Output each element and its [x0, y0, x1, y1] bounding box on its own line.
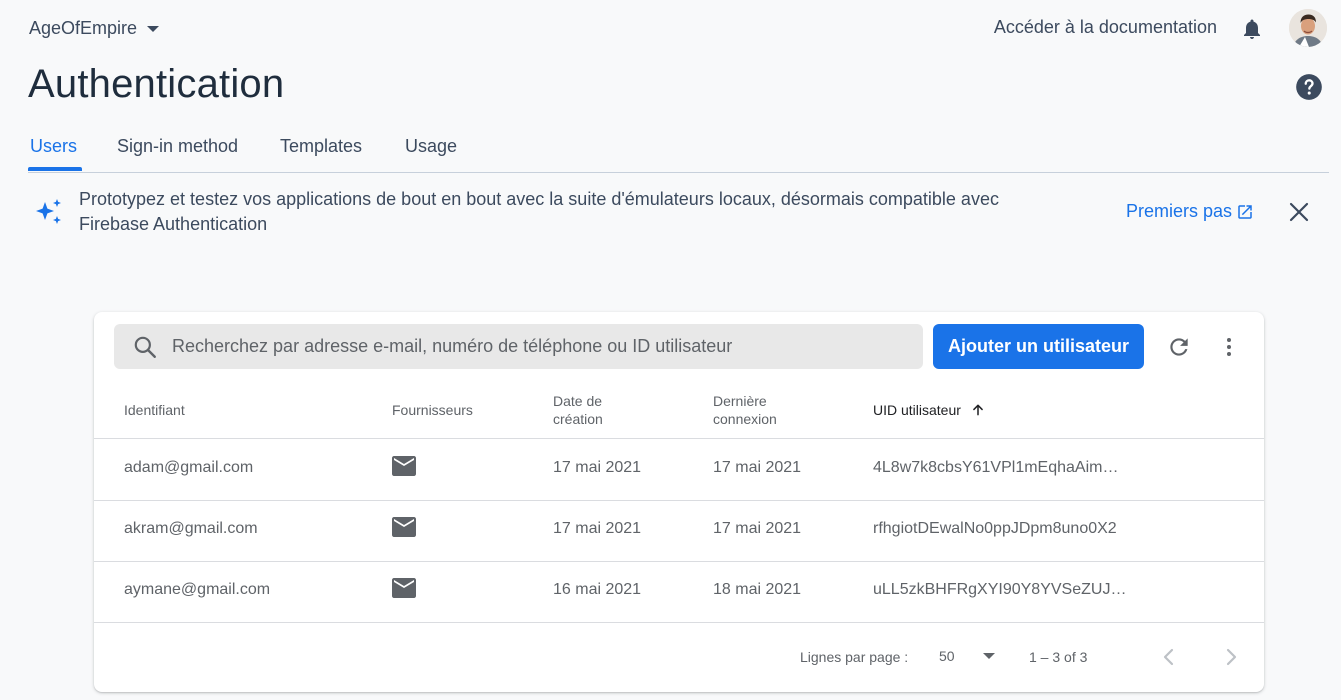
page-title: Authentication: [28, 62, 285, 106]
email-icon: [392, 517, 416, 537]
cell-uid: uLL5zkBHFRgXYI90Y8YVSeZUJhr1: [873, 581, 1133, 598]
cell-identifier: adam@gmail.com: [124, 459, 254, 476]
avatar[interactable]: [1289, 9, 1327, 47]
cell-identifier: akram@gmail.com: [124, 520, 258, 537]
project-selector[interactable]: AgeOfEmpire: [29, 18, 160, 39]
tab-usage[interactable]: Usage: [405, 136, 457, 157]
rows-per-page-select[interactable]: 50: [939, 648, 995, 664]
tab-bar: Users Sign-in method Templates Usage: [28, 128, 1329, 173]
cell-uid: 4L8w7k8cbsY61VPl1mEqhaAimW…: [873, 459, 1133, 476]
rows-per-page-value: 50: [939, 648, 955, 664]
get-started-link[interactable]: Premiers pas: [1126, 201, 1254, 222]
tab-templates[interactable]: Templates: [280, 136, 362, 157]
col-providers: Fournisseurs: [392, 402, 473, 418]
col-last-login: Dernière connexion: [713, 392, 777, 428]
cell-created: 17 mai 2021: [553, 520, 642, 537]
search-bar: [114, 324, 923, 369]
cell-created: 17 mai 2021: [553, 459, 642, 476]
cell-last-login: 17 mai 2021: [713, 520, 802, 537]
col-created-line1: Date de: [553, 393, 603, 409]
sparkle-icon: [36, 199, 61, 224]
add-user-button[interactable]: Ajouter un utilisateur: [933, 324, 1144, 369]
project-name: AgeOfEmpire: [29, 18, 138, 38]
get-started-label: Premiers pas: [1126, 201, 1233, 221]
close-icon[interactable]: [1287, 200, 1311, 224]
refresh-icon[interactable]: [1166, 334, 1192, 360]
search-icon: [134, 336, 156, 358]
bell-icon[interactable]: [1240, 17, 1264, 41]
col-last-login-line2: connexion: [713, 411, 777, 427]
emulator-banner-text: Prototypez et testez vos applications de…: [79, 189, 999, 234]
col-created: Date de création: [553, 392, 603, 428]
tab-sign-in-method[interactable]: Sign-in method: [117, 136, 238, 157]
chevron-down-icon: [982, 653, 995, 659]
col-identifier: Identifiant: [124, 402, 185, 418]
chevron-right-icon[interactable]: [1219, 645, 1243, 669]
active-tab-indicator: [28, 167, 82, 171]
more-vert-icon[interactable]: [1217, 334, 1241, 360]
user-avatar-icon: [1289, 9, 1327, 47]
col-uid-label: UID utilisateur: [873, 402, 961, 418]
cell-created: 16 mai 2021: [553, 581, 642, 598]
table-row[interactable]: akram@gmail.com 17 mai 2021 17 mai 2021 …: [94, 500, 1264, 562]
open-in-new-icon: [1238, 204, 1252, 219]
cell-last-login: 18 mai 2021: [713, 581, 802, 598]
email-icon: [392, 456, 416, 476]
table-row[interactable]: adam@gmail.com 17 mai 2021 17 mai 2021 4…: [94, 439, 1264, 501]
users-card: Ajouter un utilisateur Identifiant Fourn…: [94, 312, 1264, 692]
col-last-login-line1: Dernière: [713, 393, 767, 409]
docs-link[interactable]: Accéder à la documentation: [994, 17, 1217, 38]
email-icon: [392, 578, 416, 598]
chevron-down-icon: [147, 25, 160, 32]
col-created-line2: création: [553, 411, 603, 427]
tab-users[interactable]: Users: [30, 136, 77, 157]
rows-per-page-label: Lignes par page :: [800, 649, 909, 665]
cell-last-login: 17 mai 2021: [713, 459, 802, 476]
cell-uid: rfhgiotDEwalNo0ppJDpm8uno0X2: [873, 520, 1117, 537]
col-uid-sort[interactable]: UID utilisateur: [873, 401, 985, 419]
search-input[interactable]: [170, 335, 894, 358]
arrow-up-icon: [973, 404, 983, 416]
help-circle-icon[interactable]: [1295, 73, 1323, 101]
table-row[interactable]: aymane@gmail.com 16 mai 2021 18 mai 2021…: [94, 561, 1264, 623]
cell-identifier: aymane@gmail.com: [124, 581, 271, 598]
chevron-left-icon[interactable]: [1157, 645, 1181, 669]
pagination-range: 1 – 3 of 3: [1029, 649, 1088, 665]
